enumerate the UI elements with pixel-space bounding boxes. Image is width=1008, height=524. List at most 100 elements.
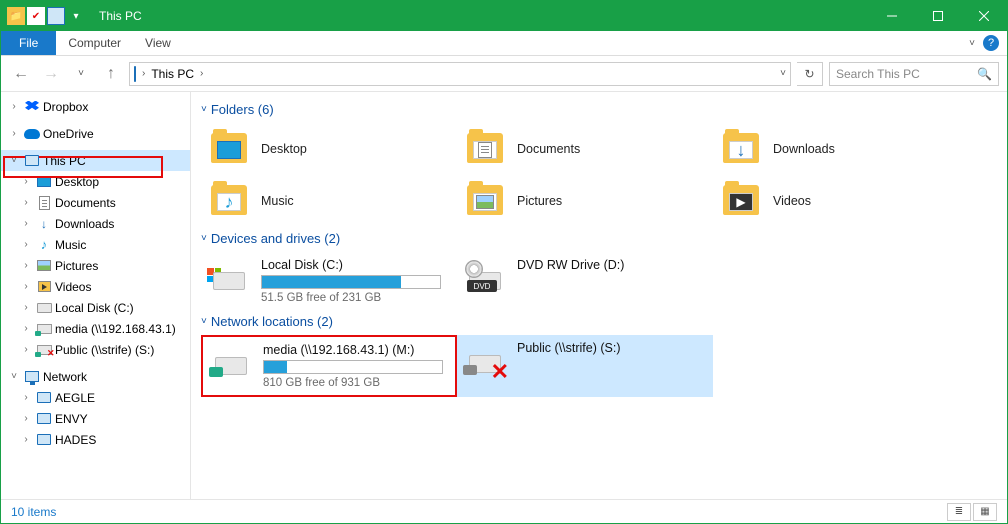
sidebar-item-hades[interactable]: ›HADES (1, 429, 190, 450)
group-network[interactable]: ˅Network locations (2) (201, 314, 997, 329)
address-dropdown-icon[interactable]: ˅ (780, 68, 786, 79)
titlebar[interactable]: 📁 ✔ ▾ This PC (1, 1, 1007, 31)
maximize-button[interactable] (915, 1, 961, 31)
folder-videos[interactable]: ▶ Videos (713, 175, 969, 227)
sidebar-label: Public (\\strife) (S:) (55, 343, 154, 357)
view-tab[interactable]: View (133, 31, 183, 55)
item-label: DVD RW Drive (D:) (517, 258, 624, 272)
sidebar-item-pictures[interactable]: ›Pictures (1, 255, 190, 276)
storage-bar (263, 360, 443, 374)
computer-tab[interactable]: Computer (56, 31, 133, 55)
up-button[interactable]: ↑ (99, 62, 123, 86)
netdrive-public[interactable]: ✕ Public (\\strife) (S:) (457, 335, 713, 397)
sidebar-item-localdisk[interactable]: ›Local Disk (C:) (1, 297, 190, 318)
group-drives[interactable]: ˅Devices and drives (2) (201, 231, 997, 246)
content-pane[interactable]: ˅Folders (6) Desktop Documents ↓ Downloa… (191, 92, 1007, 499)
sidebar-label: Network (43, 370, 87, 384)
sidebar-label: media (\\192.168.43.1) (55, 322, 176, 336)
folder-icon: ↓ (719, 129, 763, 169)
drive-local-c[interactable]: Local Disk (C:) 51.5 GB free of 231 GB (201, 252, 457, 310)
view-details-button[interactable]: ≣ (947, 503, 971, 521)
sidebar-item-network[interactable]: ˅Network (1, 366, 190, 387)
folder-icon: ▶ (719, 181, 763, 221)
view-large-button[interactable]: ▦ (973, 503, 997, 521)
sidebar-item-aegle[interactable]: ›AEGLE (1, 387, 190, 408)
sidebar-label: Local Disk (C:) (55, 301, 134, 315)
sidebar-item-desktop[interactable]: ›Desktop (1, 171, 190, 192)
network-drive-icon (209, 343, 253, 383)
folder-pictures[interactable]: Pictures (457, 175, 713, 227)
ribbon-tabs: File Computer View ˅ ? (1, 31, 1007, 56)
sidebar-label: ENVY (55, 412, 88, 426)
sidebar-label: Pictures (55, 259, 98, 273)
drive-dvd-d[interactable]: DVD DVD RW Drive (D:) (457, 252, 713, 310)
item-label: Documents (517, 142, 580, 156)
chevron-right-icon[interactable]: › (142, 68, 145, 79)
sidebar-label: Videos (55, 280, 91, 294)
recent-locations-button[interactable]: ˅ (69, 62, 93, 86)
chevron-right-icon[interactable]: › (200, 68, 203, 79)
sidebar-label: HADES (55, 433, 96, 447)
folder-icon (207, 129, 251, 169)
sidebar-item-envy[interactable]: ›ENVY (1, 408, 190, 429)
drive-icon (207, 258, 251, 298)
back-button[interactable]: ← (9, 62, 33, 86)
storage-text: 810 GB free of 931 GB (263, 377, 443, 389)
sidebar-item-music[interactable]: ›Music (1, 234, 190, 255)
sidebar-item-documents[interactable]: ›Documents (1, 192, 190, 213)
refresh-button[interactable]: ↻ (797, 62, 823, 86)
sidebar-item-media[interactable]: ›media (\\192.168.43.1) (1, 318, 190, 339)
address-bar[interactable]: › This PC › ˅ (129, 62, 791, 86)
window-title: This PC (99, 9, 142, 23)
qat-icon-3[interactable] (47, 7, 65, 25)
folder-music[interactable]: ♪ Music (201, 175, 457, 227)
folder-desktop[interactable]: Desktop (201, 123, 457, 175)
sidebar-label: Desktop (55, 175, 99, 189)
folder-icon: ♪ (207, 181, 251, 221)
sidebar-item-downloads[interactable]: ›Downloads (1, 213, 190, 234)
folder-documents[interactable]: Documents (457, 123, 713, 175)
sidebar-label: Music (55, 238, 86, 252)
sidebar-item-dropbox[interactable]: ›Dropbox (1, 96, 190, 117)
netdrive-media[interactable]: media (\\192.168.43.1) (M:) 810 GB free … (201, 335, 457, 397)
network-drive-disconnected-icon: ✕ (463, 341, 507, 381)
sidebar-item-thispc[interactable]: ˅This PC (1, 150, 190, 171)
sidebar-item-onedrive[interactable]: ›OneDrive (1, 123, 190, 144)
pc-icon (134, 67, 136, 81)
navigation-pane[interactable]: ›Dropbox ›OneDrive ˅This PC ›Desktop ›Do… (1, 92, 191, 499)
dvd-icon: DVD (463, 258, 507, 298)
search-icon[interactable]: 🔍 (977, 67, 992, 81)
close-button[interactable] (961, 1, 1007, 31)
item-label: Local Disk (C:) (261, 258, 441, 272)
group-label: Network locations (2) (211, 314, 333, 329)
search-input[interactable]: Search This PC 🔍 (829, 62, 999, 86)
help-button[interactable]: ? (983, 35, 999, 51)
search-placeholder: Search This PC (836, 67, 920, 81)
item-label: Videos (773, 194, 811, 208)
forward-button[interactable]: → (39, 62, 63, 86)
item-label: Music (261, 194, 294, 208)
file-tab[interactable]: File (1, 31, 56, 55)
group-folders[interactable]: ˅Folders (6) (201, 102, 997, 117)
sidebar-label: This PC (43, 154, 86, 168)
music-icon (35, 237, 53, 253)
item-label: media (\\192.168.43.1) (M:) (263, 343, 443, 357)
folder-downloads[interactable]: ↓ Downloads (713, 123, 969, 175)
minimize-button[interactable] (869, 1, 915, 31)
explorer-window: 📁 ✔ ▾ This PC File Computer View ˅ ? ← →… (0, 0, 1008, 524)
storage-bar (261, 275, 441, 289)
download-icon (35, 216, 53, 232)
item-label: Public (\\strife) (S:) (517, 341, 621, 355)
sidebar-item-videos[interactable]: ›Videos (1, 276, 190, 297)
qat-icon-1[interactable]: 📁 (7, 7, 25, 25)
sidebar-label: OneDrive (43, 127, 94, 141)
sidebar-item-public[interactable]: ›Public (\\strife) (S:) (1, 339, 190, 360)
group-label: Devices and drives (2) (211, 231, 340, 246)
qat-dropdown-icon[interactable]: ▾ (67, 7, 85, 25)
item-label: Desktop (261, 142, 307, 156)
ribbon-expand-icon[interactable]: ˅ (969, 38, 975, 49)
qat-icon-2[interactable]: ✔ (27, 7, 45, 25)
sidebar-label: Downloads (55, 217, 114, 231)
folder-icon (463, 181, 507, 221)
breadcrumb-thispc[interactable]: This PC (151, 67, 194, 81)
